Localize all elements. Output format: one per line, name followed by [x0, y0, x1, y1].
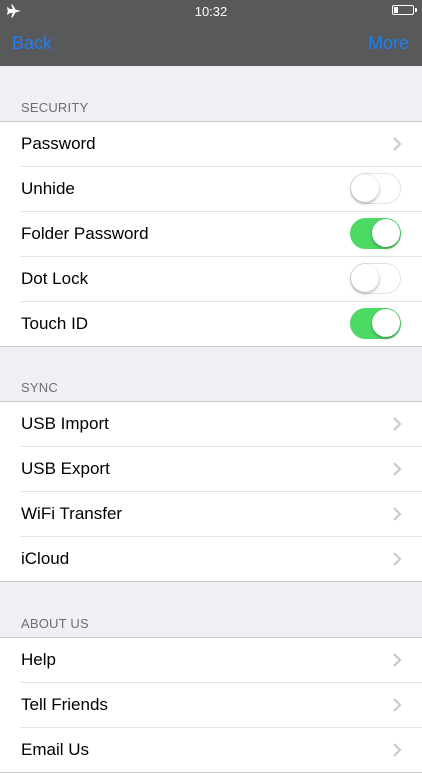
settings-row-usb-export[interactable]: USB Export	[21, 447, 422, 492]
dot-lock-toggle[interactable]	[350, 263, 401, 294]
battery-level	[394, 7, 398, 13]
status-bar: 10:32	[0, 0, 422, 22]
battery-icon	[392, 5, 417, 15]
settings-row-password[interactable]: Password	[21, 122, 422, 167]
unhide-toggle[interactable]	[350, 173, 401, 204]
chevron-right-icon	[393, 137, 402, 151]
settings-row-help[interactable]: Help	[21, 638, 422, 683]
toggle-knob	[351, 174, 379, 202]
status-time: 10:32	[194, 4, 228, 19]
row-label: USB Export	[21, 459, 110, 478]
toggle-knob	[372, 309, 400, 337]
more-button[interactable]: More	[368, 33, 409, 54]
row-label: Folder Password	[21, 224, 149, 243]
row-label: iCloud	[21, 549, 70, 568]
row-label: Password	[21, 134, 96, 153]
toggle-knob	[351, 264, 379, 292]
folder-password-toggle[interactable]	[350, 218, 401, 249]
row-label: Touch ID	[21, 314, 89, 333]
settings-group-about-us: Help Tell Friends Email Us	[0, 637, 422, 773]
chevron-right-icon	[393, 653, 402, 667]
settings-row-icloud[interactable]: iCloud	[21, 537, 422, 581]
row-label: Dot Lock	[21, 269, 89, 288]
back-button[interactable]: Back	[12, 33, 52, 54]
section-header-about-us: ABOUT US	[21, 616, 89, 631]
settings-row-touch-id: Touch ID	[21, 302, 422, 346]
settings-row-email-us[interactable]: Email Us	[21, 728, 422, 772]
section-header-sync: SYNC	[21, 380, 58, 395]
section-header-security: SECURITY	[21, 100, 89, 115]
chevron-right-icon	[393, 507, 402, 521]
chevron-right-icon	[393, 698, 402, 712]
touch-id-toggle[interactable]	[350, 308, 401, 339]
settings-group-security: Password Unhide Folder Password Dot Lock…	[0, 121, 422, 347]
row-label: Help	[21, 650, 56, 669]
settings-row-usb-import[interactable]: USB Import	[21, 402, 422, 447]
settings-row-wifi-transfer[interactable]: WiFi Transfer	[21, 492, 422, 537]
settings-row-dot-lock: Dot Lock	[21, 257, 422, 302]
row-label: WiFi Transfer	[21, 504, 123, 523]
chevron-right-icon	[393, 462, 402, 476]
settings-row-unhide: Unhide	[21, 167, 422, 212]
row-label: Unhide	[21, 179, 75, 198]
settings-group-sync: USB Import USB Export WiFi Transfer iClo…	[0, 401, 422, 582]
navigation-header: 10:32 Back More	[0, 0, 422, 66]
row-label: Email Us	[21, 740, 90, 759]
settings-row-tell-friends[interactable]: Tell Friends	[21, 683, 422, 728]
toggle-knob	[372, 219, 400, 247]
row-label: Tell Friends	[21, 695, 108, 714]
chevron-right-icon	[393, 743, 402, 757]
chevron-right-icon	[393, 417, 402, 431]
chevron-right-icon	[393, 552, 402, 566]
row-label: USB Import	[21, 414, 109, 433]
settings-row-folder-password: Folder Password	[21, 212, 422, 257]
